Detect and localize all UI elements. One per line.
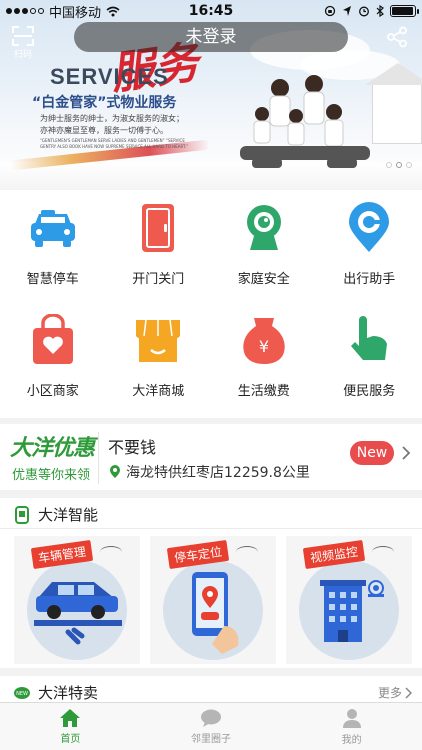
page-dot[interactable] xyxy=(406,162,412,168)
car-icon xyxy=(30,210,75,247)
signal-icon xyxy=(6,8,44,14)
special-sale-section: NEW 大洋特卖 更多 xyxy=(0,676,422,702)
banner-services-text: SERVICES xyxy=(50,64,169,89)
feature-dayang-mall[interactable]: 大洋商城 xyxy=(106,302,212,418)
card-tag-string xyxy=(100,546,122,558)
tab-home[interactable]: 首页 xyxy=(0,703,141,750)
phone-icon xyxy=(15,505,29,524)
more-label: 更多 xyxy=(377,686,402,700)
scan-icon xyxy=(12,26,34,46)
feature-label: 大洋商城 xyxy=(132,384,185,399)
banner-pagination[interactable] xyxy=(386,162,412,168)
battery-icon xyxy=(390,5,419,17)
smart-section-header: 大洋智能 xyxy=(14,504,98,525)
smart-section-title: 大洋智能 xyxy=(38,506,99,524)
feature-grid: 智慧停车 开门关门 家庭安全 出行助手 小区商家 大洋商城 ¥ 生活缴费 便民服… xyxy=(0,190,422,418)
building-camera-icon xyxy=(320,580,384,642)
tab-label: 我的 xyxy=(341,735,362,746)
more-link[interactable]: 更多 xyxy=(378,684,412,701)
scan-label: 扫码 xyxy=(13,50,32,60)
location-arrow-icon xyxy=(343,6,351,16)
feature-convenience-services[interactable]: 便民服务 xyxy=(317,302,422,418)
scan-button[interactable]: 扫码 xyxy=(10,26,36,60)
wifi-icon xyxy=(106,6,120,16)
car-management-icon xyxy=(34,582,122,645)
hand-icon xyxy=(351,316,388,360)
home-icon xyxy=(60,709,81,727)
banner-subtext: 为绅士服务的绅士，为淑女服务的淑女； 亦神亦魔显至尊，服务一切傅于心。 xyxy=(40,113,184,137)
feature-label: 家庭安全 xyxy=(237,272,290,287)
card-tag-string xyxy=(372,546,394,558)
tab-neighborhood[interactable]: 邻里圈子 xyxy=(141,703,282,750)
carrier-label: 中国移动 xyxy=(49,5,102,21)
status-left: 中国移动 xyxy=(6,2,120,21)
status-bar: 中国移动 16:45 xyxy=(0,0,422,22)
smart-cards: 车辆管理 停车定位 视频监控 xyxy=(14,536,412,664)
rotation-lock-icon xyxy=(324,5,336,17)
svg-text:NEW: NEW xyxy=(16,691,28,697)
special-section-header: NEW 大洋特卖 xyxy=(14,682,98,703)
status-time: 16:45 xyxy=(188,3,234,19)
smart-card-vehicle[interactable]: 车辆管理 xyxy=(14,536,140,664)
feature-label: 便民服务 xyxy=(343,384,396,399)
feature-home-security[interactable]: 家庭安全 xyxy=(211,190,317,302)
promo-title: 不要钱 xyxy=(108,438,157,457)
banner-english-text: “GENTLEMEN'S GENTLEMAN SERVE LADIES AND … xyxy=(40,138,189,149)
promo-logo: 大洋优惠 xyxy=(10,436,95,461)
feature-label: 生活缴费 xyxy=(237,384,290,399)
store-icon xyxy=(136,319,181,362)
login-status-pill[interactable]: 未登录 xyxy=(74,22,348,52)
special-section-title: 大洋特卖 xyxy=(38,684,99,702)
new-badge: New xyxy=(350,441,394,465)
feature-door-control[interactable]: 开门关门 xyxy=(106,190,212,302)
promo-divider xyxy=(98,432,99,484)
feature-label: 开门关门 xyxy=(132,272,185,287)
feature-label: 智慧停车 xyxy=(26,272,79,287)
tab-profile[interactable]: 我的 xyxy=(281,703,422,750)
parking-location-icon xyxy=(192,572,239,654)
shopping-bag-icon xyxy=(32,314,73,364)
camera-icon xyxy=(246,205,281,250)
tab-bar: 首页 邻里圈子 我的 xyxy=(0,702,422,750)
chat-bubble-icon xyxy=(201,709,221,727)
banner-subtext-line: 为绅士服务的绅士，为淑女服务的淑女； xyxy=(40,114,184,123)
promo-store-text: 海龙特供红枣店12259.8公里 xyxy=(126,465,310,481)
smart-card-video-surveillance[interactable]: 视频监控 xyxy=(286,536,412,664)
tab-label: 邻里圈子 xyxy=(191,734,231,745)
feature-travel-assistant[interactable]: 出行助手 xyxy=(317,190,422,302)
location-pin-icon xyxy=(110,465,120,478)
share-icon[interactable] xyxy=(386,26,408,48)
money-bag-icon: ¥ xyxy=(243,318,285,364)
bluetooth-icon xyxy=(376,5,384,17)
promo-slogan: 优惠等你来领 xyxy=(12,468,91,483)
feature-smart-parking[interactable]: 智慧停车 xyxy=(0,190,106,302)
card-tag-string xyxy=(236,546,258,558)
sale-badge-icon: NEW xyxy=(14,686,30,699)
status-right xyxy=(324,5,419,17)
family-photo xyxy=(240,75,370,168)
alarm-icon xyxy=(359,6,369,17)
battery-fill xyxy=(392,7,413,15)
page-dot-active[interactable] xyxy=(396,162,402,168)
door-icon xyxy=(142,204,175,252)
feature-label: 小区商家 xyxy=(26,384,79,399)
chevron-right-icon xyxy=(405,686,412,699)
promo-banner[interactable]: 大洋优惠 优惠等你来领 不要钱 海龙特供红枣店12259.8公里 New xyxy=(0,424,422,490)
feature-label: 出行助手 xyxy=(343,272,396,287)
section-divider xyxy=(0,528,422,529)
feature-community-shops[interactable]: 小区商家 xyxy=(0,302,106,418)
promo-store: 海龙特供红枣店12259.8公里 xyxy=(108,462,310,482)
user-icon xyxy=(342,709,361,728)
banner-subtext-line: 亦神亦魔显至尊，服务一切傅于心。 xyxy=(40,126,168,135)
tab-label: 首页 xyxy=(60,734,81,745)
chevron-right-icon[interactable] xyxy=(400,446,412,460)
feature-life-payment[interactable]: ¥ 生活缴费 xyxy=(211,302,317,418)
location-icon xyxy=(349,202,390,252)
smart-card-parking-location[interactable]: 停车定位 xyxy=(150,536,276,664)
svg-text:¥: ¥ xyxy=(259,337,269,356)
page-dot[interactable] xyxy=(386,162,392,168)
banner-slogan: “白金管家”式物业服务 xyxy=(32,95,177,111)
smart-section: 大洋智能 车辆管理 停车定位 视频监控 xyxy=(0,498,422,668)
